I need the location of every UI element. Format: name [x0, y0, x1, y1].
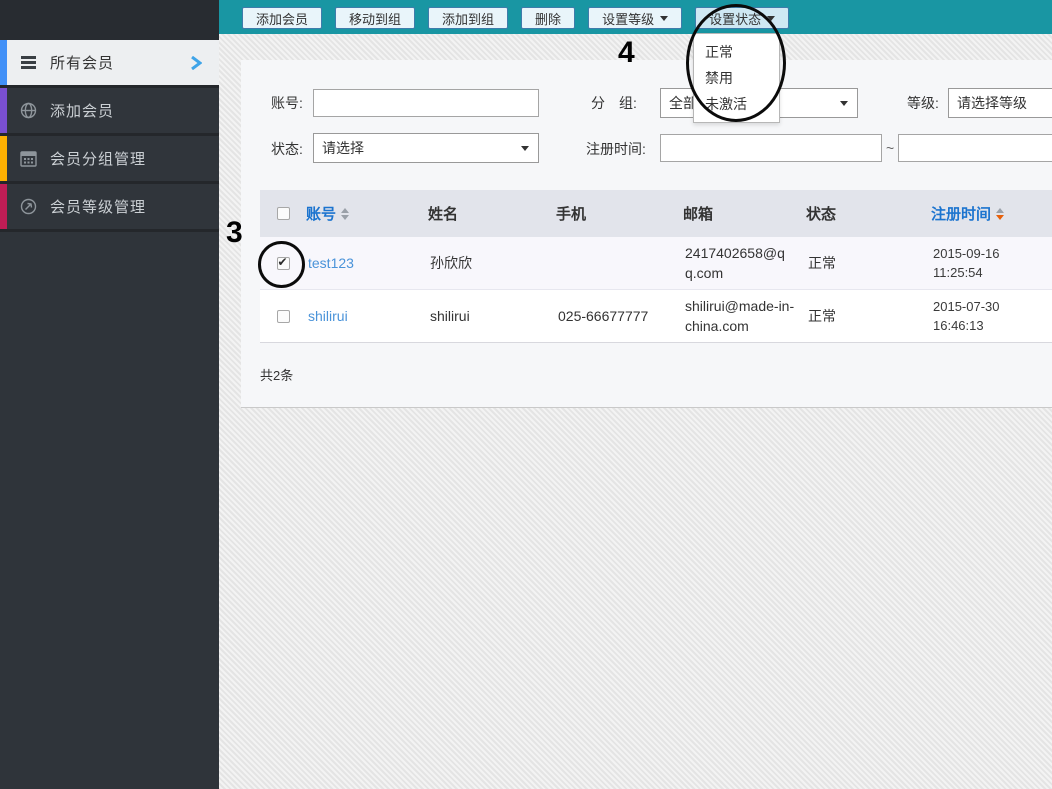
toolbar: 添加会员 移动到组 添加到组 删除 设置等级 设置状态: [219, 0, 1052, 34]
sidebar-item-label: 会员分组管理: [50, 151, 147, 168]
globe-icon: [20, 102, 37, 119]
phone-cell: 025-66677777: [558, 308, 649, 324]
set-status-button[interactable]: 设置状态: [695, 7, 790, 29]
account-label: 账号:: [271, 95, 303, 111]
table-row: shilirui shilirui 025-66677777 shilirui@…: [260, 290, 1052, 343]
caret-down-icon: [767, 15, 776, 21]
sort-icon-active-desc: [996, 207, 1005, 220]
level-icon: [20, 198, 37, 215]
row-checkbox-checked[interactable]: [276, 255, 290, 270]
button-label: 删除: [535, 11, 562, 27]
caret-down-icon: [660, 15, 669, 21]
select-arrow-icon: [521, 146, 529, 151]
table-row: test123 孙欣欣 2417402658@qq.com 正常 2015-09…: [260, 237, 1052, 290]
regtime-to-input[interactable]: [898, 134, 1052, 162]
delete-button[interactable]: 删除: [521, 7, 576, 29]
account-link[interactable]: test123: [308, 255, 354, 271]
account-input[interactable]: [313, 89, 539, 117]
sidebar-item-level-management[interactable]: 会员等级管理: [0, 184, 219, 232]
regtime-cell: 2015-07-30 16:46:13: [933, 298, 1000, 334]
status-cell: 正常: [808, 255, 836, 271]
edge-bar-crimson: [0, 184, 7, 229]
level-select[interactable]: 请选择等级: [948, 88, 1052, 118]
sidebar-item-all-members[interactable]: 所有会员: [0, 40, 219, 88]
column-header-account[interactable]: 账号: [306, 203, 428, 224]
menu-item-disabled[interactable]: 禁用: [694, 65, 779, 91]
column-header-status: 状态: [806, 206, 837, 223]
set-status-dropdown-menu: 正常 禁用 未激活: [693, 33, 780, 123]
menu-item-normal[interactable]: 正常: [694, 39, 779, 65]
member-table: 账号 姓名 手机 邮箱 状态 注册时间 test123 孙欣欣 24174026…: [260, 190, 1052, 343]
name-cell: shilirui: [430, 308, 470, 324]
edge-bar-blue: [0, 40, 7, 85]
member-list-panel: 账号: 分 组: 全部 等级: 请选择等级 状态: 请选择 注册时间: ~ 账号…: [241, 60, 1052, 408]
column-header-regtime[interactable]: 注册时间: [931, 203, 1052, 224]
annotation-step-3: 3: [226, 216, 243, 249]
group-label: 分 组:: [591, 95, 637, 111]
edge-bar-amber: [0, 136, 7, 181]
header-label: 账号: [306, 206, 337, 223]
status-cell: 正常: [808, 308, 836, 324]
row-checkbox[interactable]: [276, 309, 290, 323]
sidebar-item-label: 所有会员: [50, 55, 115, 72]
email-cell: shilirui@made-in-china.com: [685, 297, 795, 334]
header-label: 注册时间: [931, 206, 992, 223]
button-label: 移动到组: [349, 11, 402, 27]
select-all-checkbox[interactable]: [276, 207, 290, 220]
column-header-phone: 手机: [556, 206, 587, 223]
account-link[interactable]: shilirui: [308, 308, 348, 324]
button-label: 添加到组: [442, 11, 495, 27]
add-member-button[interactable]: 添加会员: [242, 7, 323, 29]
regtime-cell: 2015-09-16 11:25:54: [933, 245, 1000, 281]
button-label: 设置等级: [602, 11, 655, 27]
move-to-group-button[interactable]: 移动到组: [335, 7, 416, 29]
select-arrow-icon: [840, 101, 848, 106]
email-cell: 2417402658@qq.com: [685, 244, 785, 281]
status-select[interactable]: 请选择: [313, 133, 539, 163]
status-label: 状态:: [271, 141, 303, 157]
sidebar-item-label: 添加会员: [50, 103, 115, 120]
sidebar-item-group-management[interactable]: 会员分组管理: [0, 136, 219, 184]
sidebar-item-add-member[interactable]: 添加会员: [0, 88, 219, 136]
sidebar-item-label: 会员等级管理: [50, 199, 147, 216]
menu-item-inactive[interactable]: 未激活: [694, 91, 779, 117]
table-header-row: 账号 姓名 手机 邮箱 状态 注册时间: [260, 190, 1052, 237]
annotation-step-4: 4: [618, 36, 635, 69]
sidebar: 所有会员 添加会员 会员分组管理 会员等级管理: [0, 0, 219, 789]
level-label: 等级:: [907, 95, 939, 111]
column-header-email: 邮箱: [683, 206, 714, 223]
set-level-button[interactable]: 设置等级: [588, 7, 683, 29]
calendar-icon: [20, 150, 37, 167]
regtime-from-input[interactable]: [660, 134, 882, 162]
chevron-right-icon: [190, 55, 202, 70]
column-header-name: 姓名: [428, 206, 459, 223]
regtime-label: 注册时间:: [586, 141, 646, 157]
button-label: 添加会员: [256, 11, 309, 27]
status-select-value: 请选择: [322, 140, 364, 156]
range-separator: ~: [886, 140, 895, 156]
sidebar-header: [0, 0, 219, 40]
button-label: 设置状态: [709, 11, 762, 27]
edge-bar-purple: [0, 88, 7, 133]
add-to-group-button[interactable]: 添加到组: [428, 7, 509, 29]
menu-icon: [20, 54, 37, 71]
name-cell: 孙欣欣: [430, 255, 472, 271]
sort-icon: [341, 207, 350, 220]
total-count: 共2条: [260, 368, 294, 383]
level-select-value: 请选择等级: [957, 95, 1027, 111]
